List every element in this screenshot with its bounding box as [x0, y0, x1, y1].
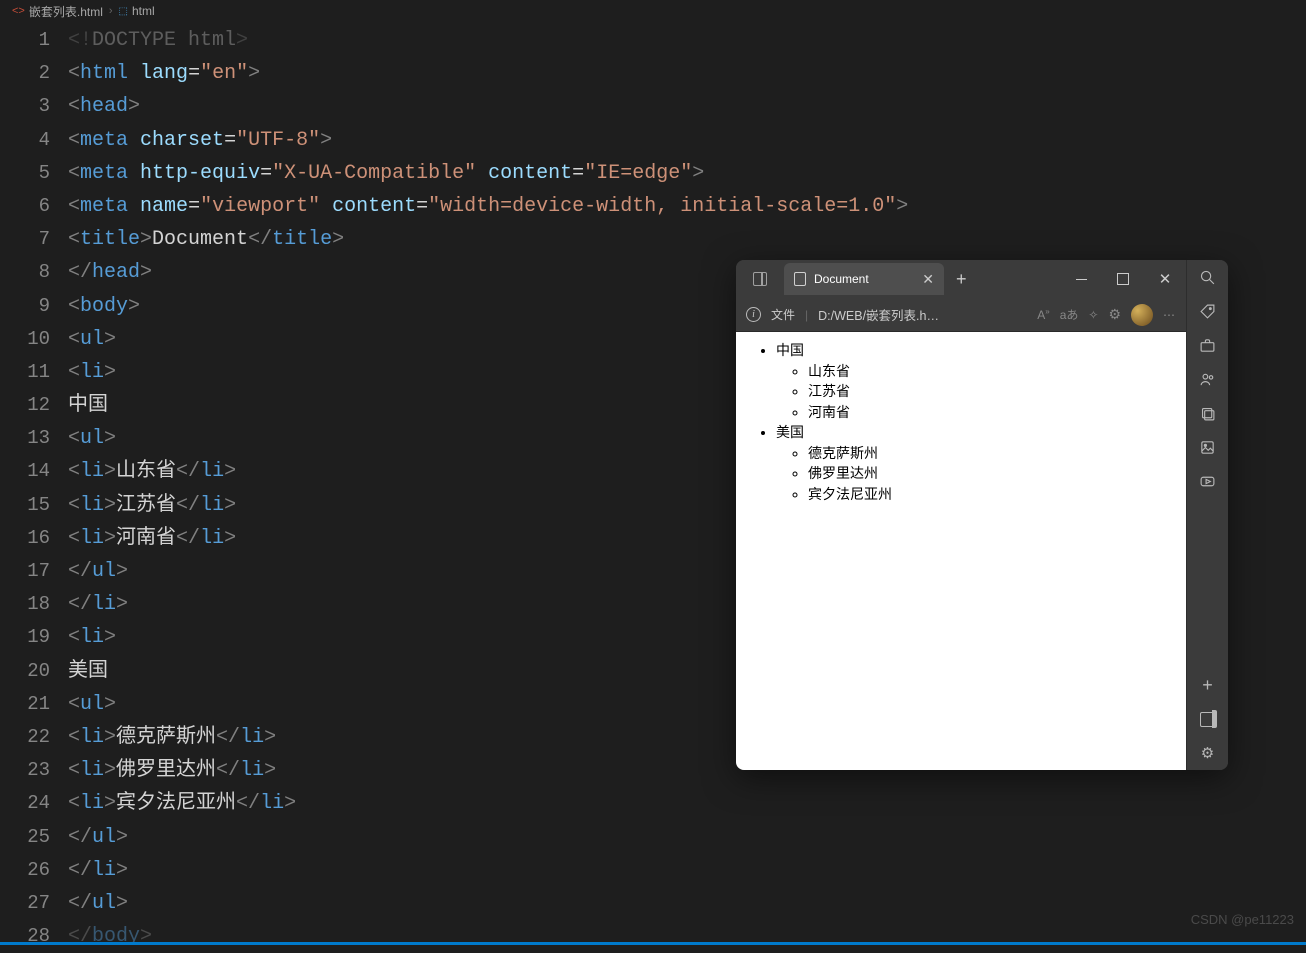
page-content[interactable]: 中国山东省江苏省河南省美国德克萨斯州佛罗里达州宾夕法尼亚州 [736, 332, 1186, 770]
maximize-button[interactable] [1102, 260, 1144, 298]
tab-overview-button[interactable] [736, 272, 784, 286]
more-icon[interactable]: ⋯ [1163, 308, 1176, 322]
browser-titlebar[interactable]: Document ✕ + ✕ [736, 260, 1186, 298]
chevron-right-icon: › [109, 5, 113, 17]
list-item: 河南省 [808, 402, 1180, 423]
url-text[interactable]: D:/WEB/嵌套列表.h… [818, 305, 1027, 324]
browser-tab[interactable]: Document ✕ [784, 263, 944, 295]
list-item: 美国德克萨斯州佛罗里达州宾夕法尼亚州 [776, 422, 1180, 504]
tab-title: Document [814, 272, 869, 286]
briefcase-icon[interactable] [1199, 336, 1217, 354]
minimize-button[interactable] [1060, 260, 1102, 298]
browser-sidebar: + ⚙ [1186, 260, 1228, 770]
close-window-button[interactable]: ✕ [1144, 260, 1186, 298]
addr-separator: | [805, 308, 808, 322]
favorite-icon[interactable]: ✧ [1088, 308, 1098, 322]
settings-icon[interactable]: ⚙ [1108, 306, 1121, 323]
nested-list: 中国山东省江苏省河南省美国德克萨斯州佛罗里达州宾夕法尼亚州 [742, 340, 1180, 504]
gear-icon[interactable]: ⚙ [1199, 744, 1217, 762]
list-item: 德克萨斯州 [808, 443, 1180, 464]
line-gutter: 1234567891011121314151617181920212223242… [0, 22, 68, 927]
address-bar[interactable]: i 文件 | D:/WEB/嵌套列表.h… A» aあ ✧ ⚙ ⋯ [736, 298, 1186, 332]
list-item: 佛罗里达州 [808, 463, 1180, 484]
file-icon: <> [12, 5, 25, 17]
addr-label: 文件 [771, 306, 795, 323]
list-item: 山东省 [808, 361, 1180, 382]
add-button[interactable]: + [1199, 676, 1217, 694]
breadcrumb: <> 嵌套列表.html › ⬚ html [0, 0, 1306, 22]
close-tab-button[interactable]: ✕ [922, 271, 934, 288]
read-aloud-icon[interactable]: A» [1037, 307, 1049, 322]
list-item: 江苏省 [808, 381, 1180, 402]
image-icon[interactable] [1199, 438, 1217, 456]
tag-icon[interactable] [1199, 302, 1217, 320]
profile-avatar[interactable] [1131, 304, 1153, 326]
video-icon[interactable] [1199, 472, 1217, 490]
panel-icon [753, 272, 767, 286]
breadcrumb-element[interactable]: html [132, 4, 155, 18]
watermark: CSDN @pe11223 [1191, 912, 1294, 927]
people-icon[interactable] [1199, 370, 1217, 388]
list-item: 中国山东省江苏省河南省 [776, 340, 1180, 422]
sidebar-toggle-icon[interactable] [1199, 710, 1217, 728]
new-tab-button[interactable]: + [944, 269, 979, 290]
search-icon[interactable] [1199, 268, 1217, 286]
list-item: 宾夕法尼亚州 [808, 484, 1180, 505]
cube-icon: ⬚ [119, 6, 128, 17]
collections-icon[interactable] [1199, 404, 1217, 422]
page-icon [794, 272, 806, 286]
translate-icon[interactable]: aあ [1060, 306, 1079, 323]
breadcrumb-file[interactable]: 嵌套列表.html [29, 3, 103, 20]
browser-window: Document ✕ + ✕ i 文件 | D:/WEB/嵌套列表.h… A» … [736, 260, 1228, 770]
info-icon[interactable]: i [746, 307, 761, 322]
